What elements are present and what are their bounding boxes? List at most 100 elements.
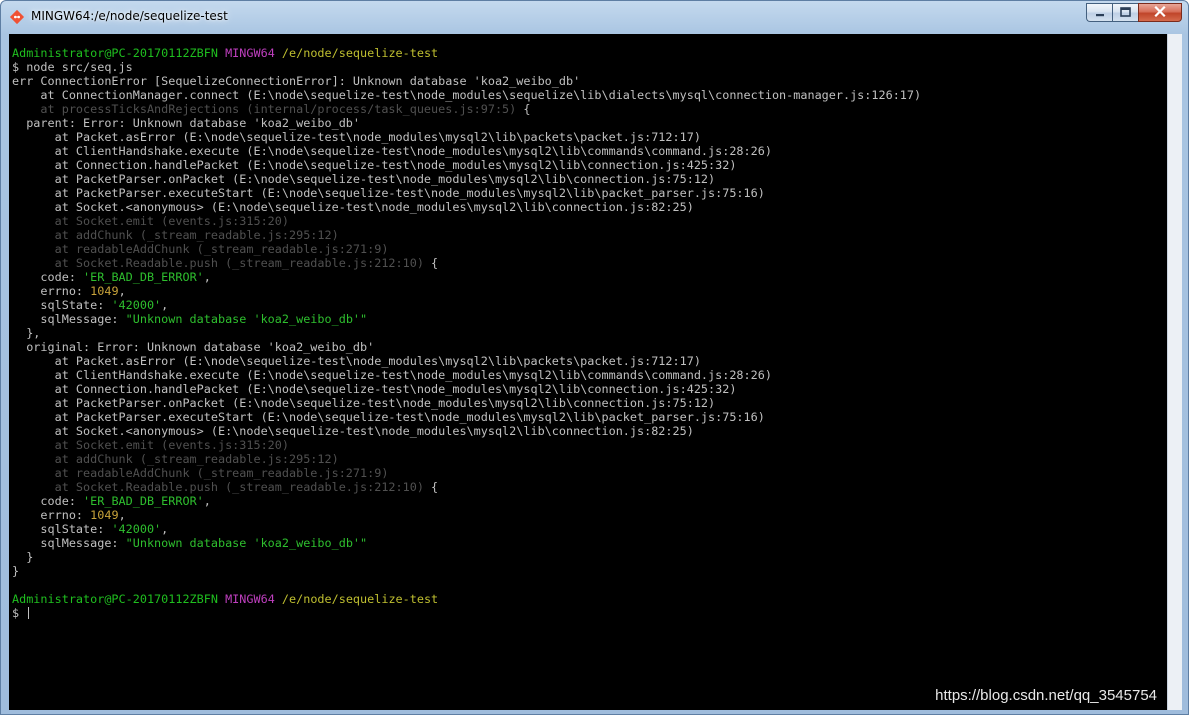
- terminal-text: at ClientHandshake.execute (E:\node\sequ…: [12, 368, 772, 382]
- terminal-line: },: [12, 326, 921, 340]
- vertical-scrollbar[interactable]: [1167, 34, 1182, 710]
- minimize-button[interactable]: [1086, 3, 1112, 22]
- terminal-text: at PacketParser.onPacket (E:\node\sequel…: [12, 396, 716, 410]
- terminal-text: '42000': [111, 522, 162, 536]
- maximize-button[interactable]: [1112, 3, 1138, 22]
- terminal-line: sqlState: '42000',: [12, 522, 921, 536]
- terminal-window: MINGW64:/e/node/sequelize-test Administr…: [0, 0, 1189, 715]
- terminal-text: parent: Error: Unknown database 'koa2_we…: [12, 116, 361, 130]
- terminal-line: at Connection.handlePacket (E:\node\sequ…: [12, 158, 921, 172]
- terminal-text: at addChunk (_stream_readable.js:295:12): [12, 452, 339, 466]
- terminal-text: '42000': [111, 298, 162, 312]
- terminal-line: at Socket.emit (events.js:315:20): [12, 438, 921, 452]
- terminal-text: 'ER_BAD_DB_ERROR': [83, 494, 204, 508]
- terminal-text: at readableAddChunk (_stream_readable.js…: [12, 242, 389, 256]
- terminal-text: {: [516, 102, 531, 116]
- terminal-text: at ConnectionManager.connect (E:\node\se…: [12, 88, 922, 102]
- terminal-line: at ClientHandshake.execute (E:\node\sequ…: [12, 368, 921, 382]
- terminal-text: at Socket.<anonymous> (E:\node\sequelize…: [12, 424, 694, 438]
- caption-buttons: [1086, 3, 1182, 23]
- terminal-text: at Connection.handlePacket (E:\node\sequ…: [12, 382, 737, 396]
- terminal-lines: Administrator@PC-20170112ZBFN MINGW64 /e…: [12, 46, 921, 620]
- terminal-text: at Packet.asError (E:\node\sequelize-tes…: [12, 130, 701, 144]
- terminal-text: original: Error: Unknown database 'koa2_…: [12, 340, 375, 354]
- terminal-line: code: 'ER_BAD_DB_ERROR',: [12, 494, 921, 508]
- terminal-text: at Socket.<anonymous> (E:\node\sequelize…: [12, 200, 694, 214]
- terminal-text: at Socket.Readable.push (_stream_readabl…: [12, 256, 424, 270]
- terminal-line: at Connection.handlePacket (E:\node\sequ…: [12, 382, 921, 396]
- terminal-text: {: [423, 480, 439, 494]
- terminal-line: at Socket.<anonymous> (E:\node\sequelize…: [12, 200, 921, 214]
- terminal-output[interactable]: Administrator@PC-20170112ZBFN MINGW64 /e…: [9, 34, 1167, 710]
- terminal-text: Administrator@PC-20170112ZBFN: [12, 592, 218, 606]
- terminal-line: at Socket.<anonymous> (E:\node\sequelize…: [12, 424, 921, 438]
- terminal-line: }: [12, 550, 921, 564]
- terminal-text: 1049: [90, 508, 119, 522]
- terminal-line: Administrator@PC-20170112ZBFN MINGW64 /e…: [12, 592, 921, 606]
- terminal-line: at ClientHandshake.execute (E:\node\sequ…: [12, 144, 921, 158]
- minimize-icon: [1095, 4, 1105, 22]
- terminal-text: ,: [203, 270, 211, 284]
- terminal-text: sqlMessage:: [12, 312, 126, 326]
- terminal-line: err ConnectionError [SequelizeConnection…: [12, 74, 921, 88]
- terminal-text: /e/node/sequelize-test: [281, 46, 439, 60]
- window-title: MINGW64:/e/node/sequelize-test: [31, 9, 228, 23]
- terminal-text: code:: [12, 494, 84, 508]
- terminal-line: at processTicksAndRejections (internal/p…: [12, 102, 921, 116]
- terminal-text: Administrator@PC-20170112ZBFN: [12, 46, 218, 60]
- terminal-text: errno:: [12, 508, 91, 522]
- terminal-line: errno: 1049,: [12, 284, 921, 298]
- terminal-line: sqlMessage: "Unknown database 'koa2_weib…: [12, 312, 921, 326]
- terminal-text: at addChunk (_stream_readable.js:295:12): [12, 228, 339, 242]
- text-cursor: [28, 607, 30, 619]
- terminal-text: ,: [161, 522, 169, 536]
- terminal-line: at readableAddChunk (_stream_readable.js…: [12, 466, 921, 480]
- terminal-text: 'ER_BAD_DB_ERROR': [83, 270, 204, 284]
- terminal-text: $: [12, 606, 27, 620]
- terminal-text: at ClientHandshake.execute (E:\node\sequ…: [12, 144, 772, 158]
- terminal-text: MINGW64: [225, 46, 275, 60]
- terminal-text: 1049: [90, 284, 119, 298]
- terminal-line: at PacketParser.onPacket (E:\node\sequel…: [12, 396, 921, 410]
- terminal-line: at Packet.asError (E:\node\sequelize-tes…: [12, 354, 921, 368]
- terminal-line: }: [12, 564, 921, 578]
- terminal-text: $ node src/seq.js: [12, 60, 133, 74]
- terminal-line: original: Error: Unknown database 'koa2_…: [12, 340, 921, 354]
- terminal-line: errno: 1049,: [12, 508, 921, 522]
- terminal-text: sqlMessage:: [12, 536, 126, 550]
- terminal-text: errno:: [12, 284, 91, 298]
- terminal-text: at processTicksAndRejections (internal/p…: [12, 102, 517, 116]
- terminal-text: }: [12, 550, 34, 564]
- terminal-line: at Packet.asError (E:\node\sequelize-tes…: [12, 130, 921, 144]
- terminal-line: at readableAddChunk (_stream_readable.js…: [12, 242, 921, 256]
- terminal-line: at Socket.emit (events.js:315:20): [12, 214, 921, 228]
- terminal-line: Administrator@PC-20170112ZBFN MINGW64 /e…: [12, 46, 921, 60]
- terminal-text: code:: [12, 270, 84, 284]
- terminal-text: at Packet.asError (E:\node\sequelize-tes…: [12, 354, 701, 368]
- close-button[interactable]: [1138, 3, 1182, 22]
- terminal-line: at addChunk (_stream_readable.js:295:12): [12, 452, 921, 466]
- maximize-icon: [1120, 4, 1131, 22]
- terminal-text: at PacketParser.onPacket (E:\node\sequel…: [12, 172, 716, 186]
- terminal-text: "Unknown database 'koa2_weibo_db'": [125, 536, 368, 550]
- terminal-line: at PacketParser.onPacket (E:\node\sequel…: [12, 172, 921, 186]
- terminal-line: at Socket.Readable.push (_stream_readabl…: [12, 256, 921, 270]
- terminal-line: sqlMessage: "Unknown database 'koa2_weib…: [12, 536, 921, 550]
- terminal-text: /e/node/sequelize-test: [281, 592, 439, 606]
- terminal-line: $ node src/seq.js: [12, 60, 921, 74]
- title-bar[interactable]: MINGW64:/e/node/sequelize-test: [1, 1, 1188, 33]
- terminal-text: sqlState:: [12, 298, 112, 312]
- terminal-line: parent: Error: Unknown database 'koa2_we…: [12, 116, 921, 130]
- terminal-text: {: [423, 256, 439, 270]
- terminal-line: $: [12, 606, 921, 620]
- terminal-text: at readableAddChunk (_stream_readable.js…: [12, 466, 389, 480]
- terminal-text: at Socket.emit (events.js:315:20): [12, 214, 289, 228]
- terminal-line: at Socket.Readable.push (_stream_readabl…: [12, 480, 921, 494]
- terminal-text: at Socket.emit (events.js:315:20): [12, 438, 289, 452]
- terminal-text: at Socket.Readable.push (_stream_readabl…: [12, 480, 424, 494]
